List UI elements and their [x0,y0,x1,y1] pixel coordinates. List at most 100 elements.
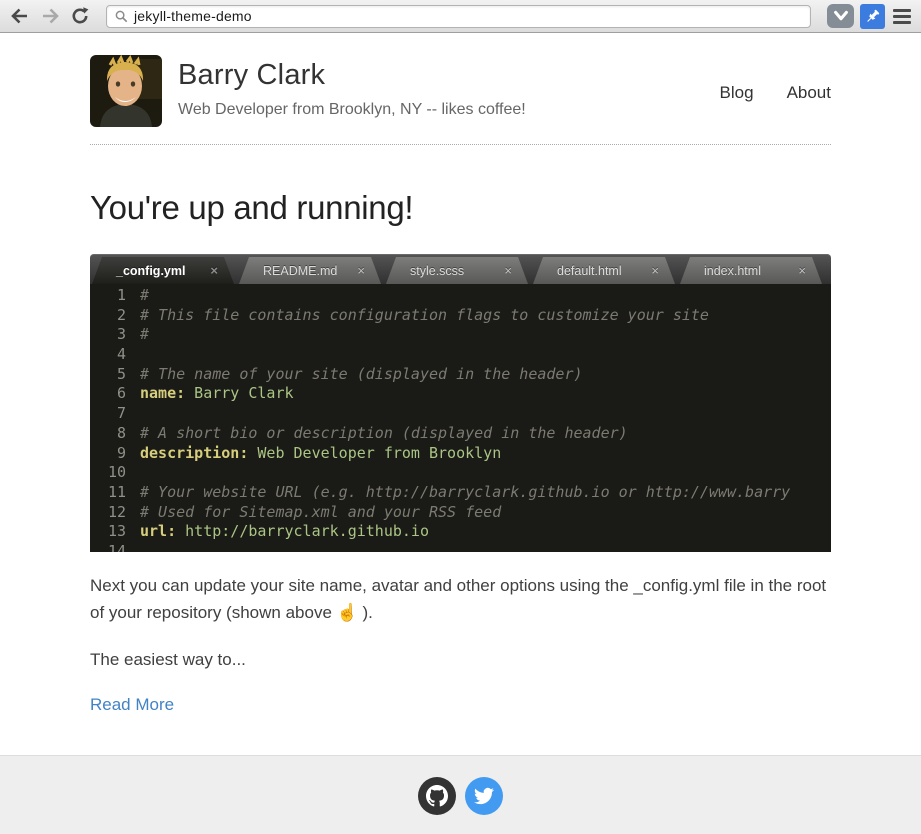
code-line-1: 1# [90,286,831,306]
editor-tab-bar: _config.yml×README.md×style.scss×default… [90,254,831,284]
line-content: # Used for Sitemap.xml and your RSS feed [126,503,501,523]
site-header: Barry Clark Web Developer from Brooklyn,… [90,33,831,145]
refresh-button[interactable] [68,4,92,28]
line-number: 12 [90,503,126,523]
editor-tab-README.md[interactable]: README.md × [239,257,381,284]
tab-label: index.html [704,264,761,278]
avatar-photo [90,55,162,127]
site-title[interactable]: Barry Clark [178,59,526,92]
tab-close-icon[interactable]: × [357,263,365,278]
line-number: 1 [90,286,126,306]
line-number: 3 [90,325,126,345]
tab-close-icon[interactable]: × [798,263,806,278]
token-comment: # Used for Sitemap.xml and your RSS feed [140,503,501,521]
code-line-12: 12 # Used for Sitemap.xml and your RSS fe… [90,503,831,523]
twitter-icon [474,786,494,806]
forward-arrow-icon [40,6,60,26]
tab-label: README.md [263,264,337,278]
code-line-9: 9description: Web Developer from Brookly… [90,444,831,464]
refresh-icon [70,6,90,26]
github-icon [426,785,448,807]
post: You're up and running! _config.yml×READM… [90,189,831,715]
tab-close-icon[interactable]: × [651,263,659,278]
editor-tab-index.html[interactable]: index.html × [680,257,822,284]
paragraph-text: ). [358,603,373,622]
editor-tab-default.html[interactable]: default.html × [533,257,675,284]
line-number: 5 [90,365,126,385]
tab-close-icon[interactable]: × [210,263,218,278]
code-line-13: 13url: http://barryclark.github.io [90,522,831,542]
code-line-10: 10 [90,463,831,483]
pushpin-icon [863,7,882,26]
token-comment: # [140,325,149,343]
line-number: 4 [90,345,126,365]
line-number: 14 [90,542,126,552]
token-value: http://barryclark.github.io [176,522,429,540]
avatar[interactable] [90,55,162,127]
line-content [126,542,140,552]
post-excerpt: The easiest way to... [90,646,831,673]
site-footer [0,755,921,834]
page-body: Barry Clark Web Developer from Brooklyn,… [0,33,921,755]
token-comment: # The name of your site (displayed in th… [140,365,583,383]
editor-tab-_config.yml[interactable]: _config.yml× [92,257,234,284]
tab-label: default.html [557,264,622,278]
token-comment: # [140,286,149,304]
twitter-link[interactable] [465,777,503,815]
line-content: # A short bio or description (displayed … [126,424,628,444]
token-key: description: [140,444,248,462]
token-comment: # Your website URL (e.g. http://barrycla… [140,483,790,501]
read-more-link[interactable]: Read More [90,695,174,715]
line-number: 2 [90,306,126,326]
token-value: Web Developer from Brooklyn [248,444,501,462]
code-line-11: 11 # Your website URL (e.g. http://barryc… [90,483,831,503]
line-content: # The name of your site (displayed in th… [126,365,583,385]
search-icon [115,10,128,23]
back-arrow-icon [10,6,30,26]
nav-link-blog[interactable]: Blog [720,83,754,103]
line-content: # Your website URL (e.g. http://barrycla… [126,483,790,503]
url-bar[interactable]: jekyll-theme-demo [106,5,811,28]
line-number: 9 [90,444,126,464]
nav-link-about[interactable]: About [787,83,831,103]
code-line-3: 3# [90,325,831,345]
post-title: You're up and running! [90,189,831,227]
line-number: 8 [90,424,126,444]
code-line-5: 5 # The name of your site (displayed in t… [90,365,831,385]
editor-code-area: 1#2# This file contains configuration fl… [90,284,831,552]
code-editor-screenshot: _config.yml×README.md×style.scss×default… [90,254,831,552]
site-info: Barry Clark Web Developer from Brooklyn,… [178,55,526,119]
line-content [126,345,140,365]
back-button[interactable] [8,4,32,28]
line-number: 6 [90,384,126,404]
site-description: Web Developer from Brooklyn, NY -- likes… [178,101,526,119]
line-content: url: http://barryclark.github.io [126,522,429,542]
menu-button[interactable] [891,7,913,26]
tab-label: style.scss [410,264,464,278]
token-key: name: [140,384,185,402]
token-key: url: [140,522,176,540]
line-number: 13 [90,522,126,542]
line-content: description: Web Developer from Brooklyn [126,444,501,464]
line-content: name: Barry Clark [126,384,294,404]
forward-button[interactable] [38,4,62,28]
pocket-button[interactable] [827,4,854,28]
tab-close-icon[interactable]: × [504,263,512,278]
code-line-2: 2 # This file contains configuration flag… [90,306,831,326]
point-up-emoji-icon: ☝ [337,603,358,622]
browser-toolbar: jekyll-theme-demo [0,0,921,33]
site-nav: Blog About [720,83,831,103]
line-content [126,463,140,483]
pocket-chevron-icon [832,9,850,23]
code-line-8: 8# A short bio or description (displayed… [90,424,831,444]
github-link[interactable] [418,777,456,815]
line-number: 10 [90,463,126,483]
line-content: # [126,325,149,345]
editor-tab-style.scss[interactable]: style.scss × [386,257,528,284]
code-line-14: 14 [90,542,831,552]
token-comment: # This file contains configuration flags… [140,306,709,324]
line-number: 11 [90,483,126,503]
paragraph-text: Next you can update your site name, avat… [90,576,826,622]
pin-button[interactable] [860,4,885,29]
line-content [126,404,140,424]
